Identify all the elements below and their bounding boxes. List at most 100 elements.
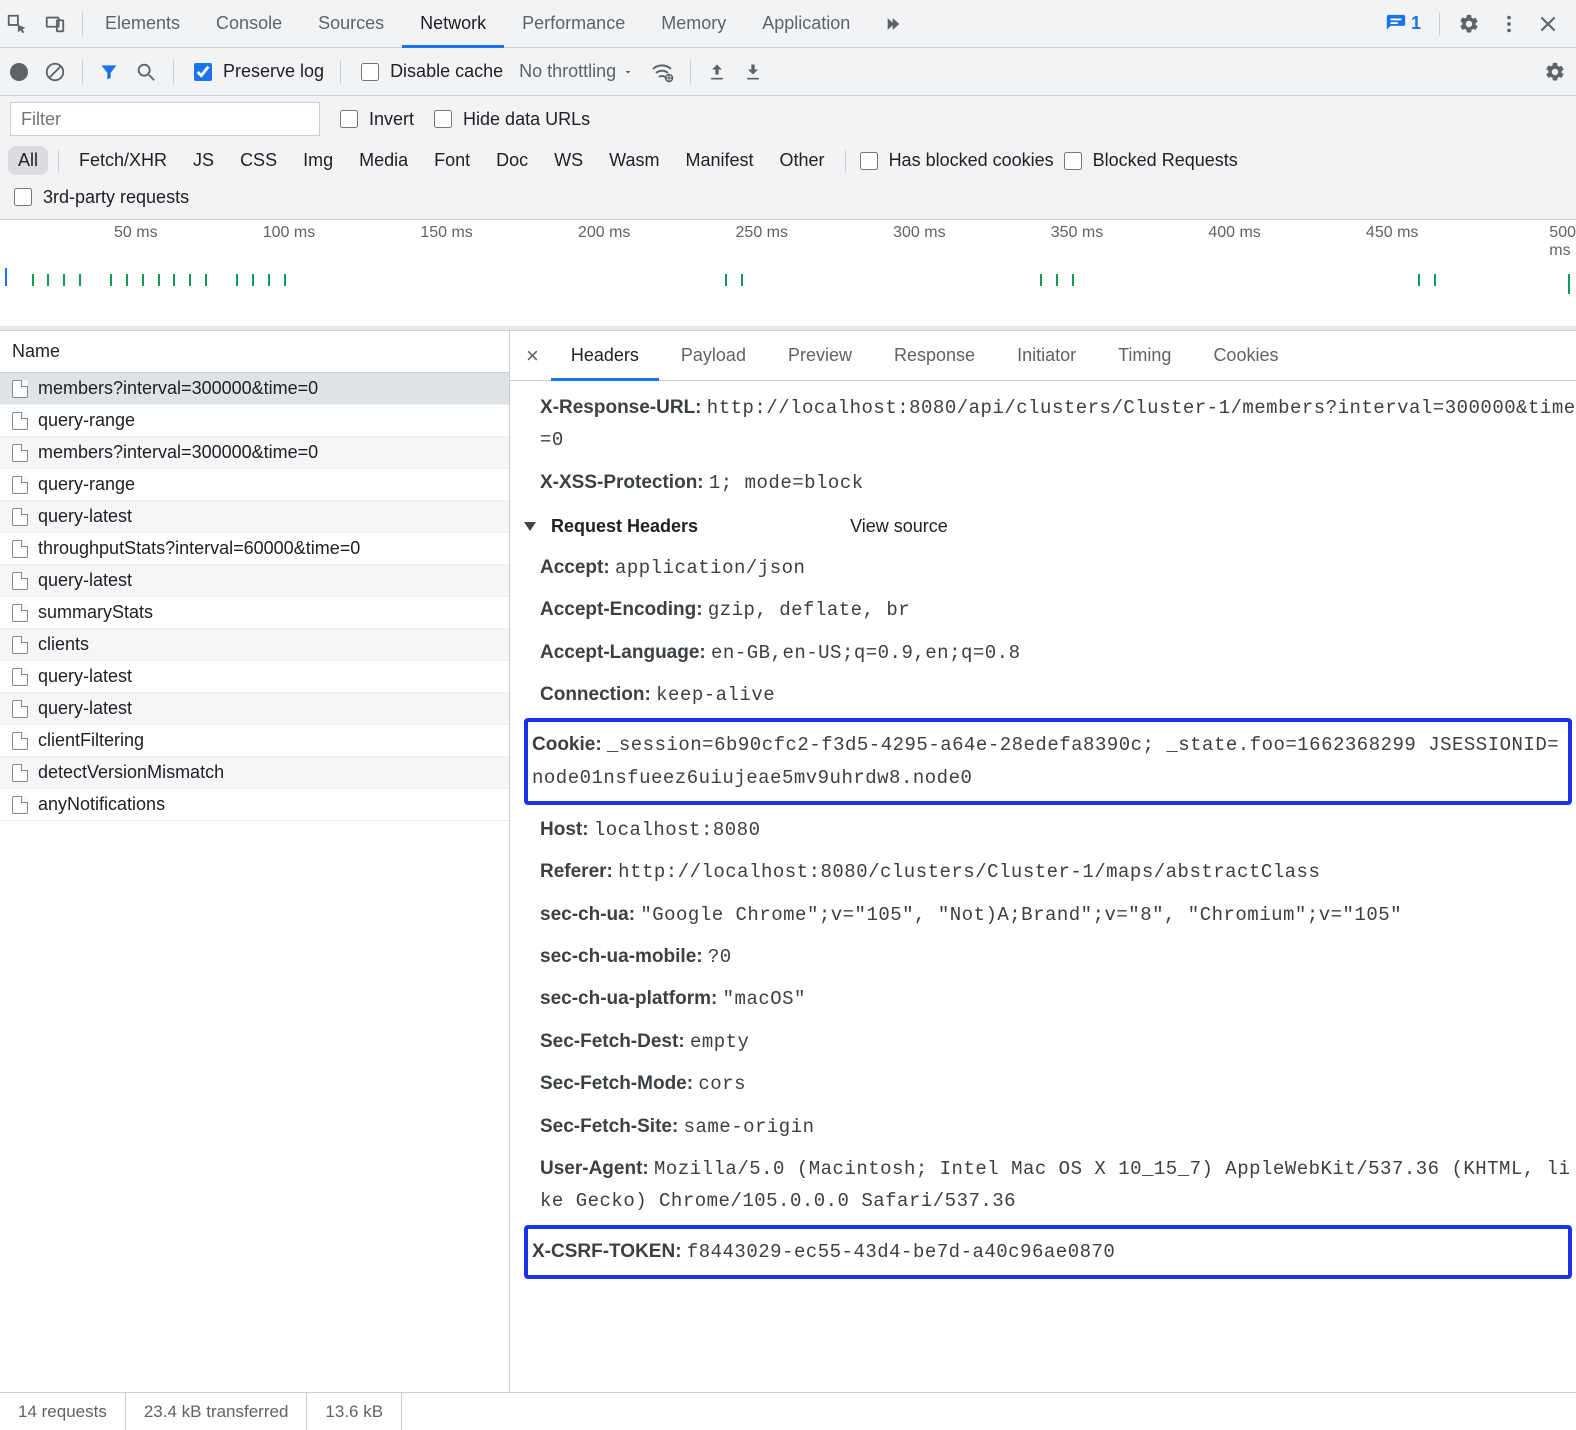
separator bbox=[340, 60, 341, 84]
detail-tab-payload[interactable]: Payload bbox=[661, 331, 766, 380]
overview-timeline[interactable]: 50 ms100 ms150 ms200 ms250 ms300 ms350 m… bbox=[0, 220, 1576, 330]
throttling-select[interactable]: No throttling bbox=[519, 61, 634, 82]
request-row[interactable]: query-latest bbox=[0, 693, 509, 725]
request-row[interactable]: query-range bbox=[0, 469, 509, 501]
request-headers-section[interactable]: Request HeadersView source bbox=[524, 504, 1576, 547]
upload-har-icon[interactable] bbox=[707, 62, 727, 82]
request-row[interactable]: members?interval=300000&time=0 bbox=[0, 437, 509, 469]
type-filter-fetchxhr[interactable]: Fetch/XHR bbox=[69, 146, 177, 175]
request-header-row: Referer: http://localhost:8080/clusters/… bbox=[540, 851, 1576, 893]
filter-input[interactable] bbox=[10, 102, 320, 136]
request-header-row: Sec-Fetch-Mode: cors bbox=[540, 1063, 1576, 1105]
record-button[interactable] bbox=[10, 63, 28, 81]
third-party-label: 3rd-party requests bbox=[43, 187, 189, 208]
type-filter-media[interactable]: Media bbox=[349, 146, 418, 175]
type-filter-doc[interactable]: Doc bbox=[486, 146, 538, 175]
file-icon bbox=[12, 668, 28, 686]
detail-tab-response[interactable]: Response bbox=[874, 331, 995, 380]
network-settings-icon[interactable] bbox=[1544, 61, 1566, 83]
close-detail-icon[interactable]: × bbox=[516, 343, 549, 369]
filter-icon[interactable] bbox=[99, 62, 119, 82]
disable-cache-input[interactable] bbox=[361, 63, 379, 81]
kebab-menu-icon[interactable] bbox=[1498, 13, 1520, 35]
request-row[interactable]: detectVersionMismatch bbox=[0, 757, 509, 789]
request-row[interactable]: query-latest bbox=[0, 501, 509, 533]
request-row[interactable]: summaryStats bbox=[0, 597, 509, 629]
view-source-link[interactable]: View source bbox=[850, 516, 948, 537]
panel-tab-console[interactable]: Console bbox=[198, 0, 300, 47]
request-name: clientFiltering bbox=[38, 730, 144, 751]
close-devtools-icon[interactable] bbox=[1538, 14, 1558, 34]
status-resources: 13.6 kB bbox=[307, 1393, 402, 1430]
detail-tab-timing[interactable]: Timing bbox=[1098, 331, 1191, 380]
device-toolbar-icon[interactable] bbox=[44, 13, 78, 35]
collapse-triangle-icon[interactable] bbox=[524, 522, 536, 531]
headers-panel: X-Response-URL: http://localhost:8080/ap… bbox=[510, 381, 1576, 1392]
name-column-header[interactable]: Name bbox=[0, 331, 509, 373]
request-row[interactable]: clients bbox=[0, 629, 509, 661]
panel-tab-memory[interactable]: Memory bbox=[643, 0, 744, 47]
request-header-row: Cookie: _session=6b90cfc2-f3d5-4295-a64e… bbox=[532, 724, 1564, 799]
highlighted-header: Cookie: _session=6b90cfc2-f3d5-4295-a64e… bbox=[524, 718, 1572, 805]
timeline-tick: 500 ms bbox=[1549, 224, 1576, 260]
hide-data-urls-checkbox[interactable]: Hide data URLs bbox=[430, 107, 590, 131]
timeline-tick: 150 ms bbox=[420, 224, 472, 242]
separator bbox=[82, 60, 83, 84]
type-filter-font[interactable]: Font bbox=[424, 146, 480, 175]
search-icon[interactable] bbox=[135, 61, 157, 83]
preserve-log-input[interactable] bbox=[194, 63, 212, 81]
detail-tab-preview[interactable]: Preview bbox=[768, 331, 872, 380]
has-blocked-cookies-checkbox[interactable]: Has blocked cookies bbox=[856, 149, 1054, 173]
console-message-badge[interactable]: 1 bbox=[1385, 13, 1421, 35]
network-conditions-icon[interactable] bbox=[650, 60, 674, 84]
request-row[interactable]: members?interval=300000&time=0 bbox=[0, 373, 509, 405]
type-filter-js[interactable]: JS bbox=[183, 146, 224, 175]
request-row[interactable]: query-latest bbox=[0, 565, 509, 597]
request-name: detectVersionMismatch bbox=[38, 762, 224, 783]
download-har-icon[interactable] bbox=[743, 62, 763, 82]
invert-checkbox[interactable]: Invert bbox=[336, 107, 414, 131]
third-party-input[interactable] bbox=[14, 188, 32, 206]
file-icon bbox=[12, 412, 28, 430]
request-row[interactable]: clientFiltering bbox=[0, 725, 509, 757]
detail-tab-cookies[interactable]: Cookies bbox=[1193, 331, 1298, 380]
hide-data-urls-input[interactable] bbox=[434, 110, 452, 128]
disable-cache-checkbox[interactable]: Disable cache bbox=[357, 60, 503, 84]
detail-tab-initiator[interactable]: Initiator bbox=[997, 331, 1096, 380]
request-row[interactable]: throughputStats?interval=60000&time=0 bbox=[0, 533, 509, 565]
type-filter-wasm[interactable]: Wasm bbox=[599, 146, 669, 175]
request-header-row: Sec-Fetch-Dest: empty bbox=[540, 1021, 1576, 1063]
panel-tab-sources[interactable]: Sources bbox=[300, 0, 402, 47]
request-row[interactable]: anyNotifications bbox=[0, 789, 509, 821]
type-filter-img[interactable]: Img bbox=[293, 146, 343, 175]
timeline-tick: 200 ms bbox=[578, 224, 630, 242]
type-filter-all[interactable]: All bbox=[8, 146, 48, 175]
request-name: query-latest bbox=[38, 506, 132, 527]
clear-icon[interactable] bbox=[44, 61, 66, 83]
blocked-requests-checkbox-input[interactable] bbox=[1064, 152, 1082, 170]
more-panels-icon[interactable] bbox=[872, 14, 920, 34]
type-filter-ws[interactable]: WS bbox=[544, 146, 593, 175]
panel-tab-network[interactable]: Network bbox=[402, 0, 504, 47]
type-filter-manifest[interactable]: Manifest bbox=[676, 146, 764, 175]
request-header-row: Host: localhost:8080 bbox=[540, 809, 1576, 851]
panel-tab-elements[interactable]: Elements bbox=[87, 0, 198, 47]
preserve-log-checkbox[interactable]: Preserve log bbox=[190, 60, 324, 84]
settings-icon[interactable] bbox=[1458, 13, 1480, 35]
type-filter-css[interactable]: CSS bbox=[230, 146, 287, 175]
third-party-checkbox[interactable]: 3rd-party requests bbox=[10, 185, 189, 209]
invert-input[interactable] bbox=[340, 110, 358, 128]
request-name: members?interval=300000&time=0 bbox=[38, 378, 318, 399]
type-filter-other[interactable]: Other bbox=[770, 146, 835, 175]
request-row[interactable]: query-latest bbox=[0, 661, 509, 693]
panel-tab-application[interactable]: Application bbox=[744, 0, 868, 47]
request-row[interactable]: query-range bbox=[0, 405, 509, 437]
status-requests: 14 requests bbox=[0, 1393, 126, 1430]
panel-tab-performance[interactable]: Performance bbox=[504, 0, 643, 47]
detail-tab-headers[interactable]: Headers bbox=[551, 331, 659, 380]
has-blocked-cookies-checkbox-input[interactable] bbox=[860, 152, 878, 170]
blocked-requests-checkbox[interactable]: Blocked Requests bbox=[1060, 149, 1238, 173]
inspect-element-icon[interactable] bbox=[6, 13, 40, 35]
devtools-top-bar: ElementsConsoleSourcesNetworkPerformance… bbox=[0, 0, 1576, 48]
request-header-row: sec-ch-ua-mobile: ?0 bbox=[540, 936, 1576, 978]
